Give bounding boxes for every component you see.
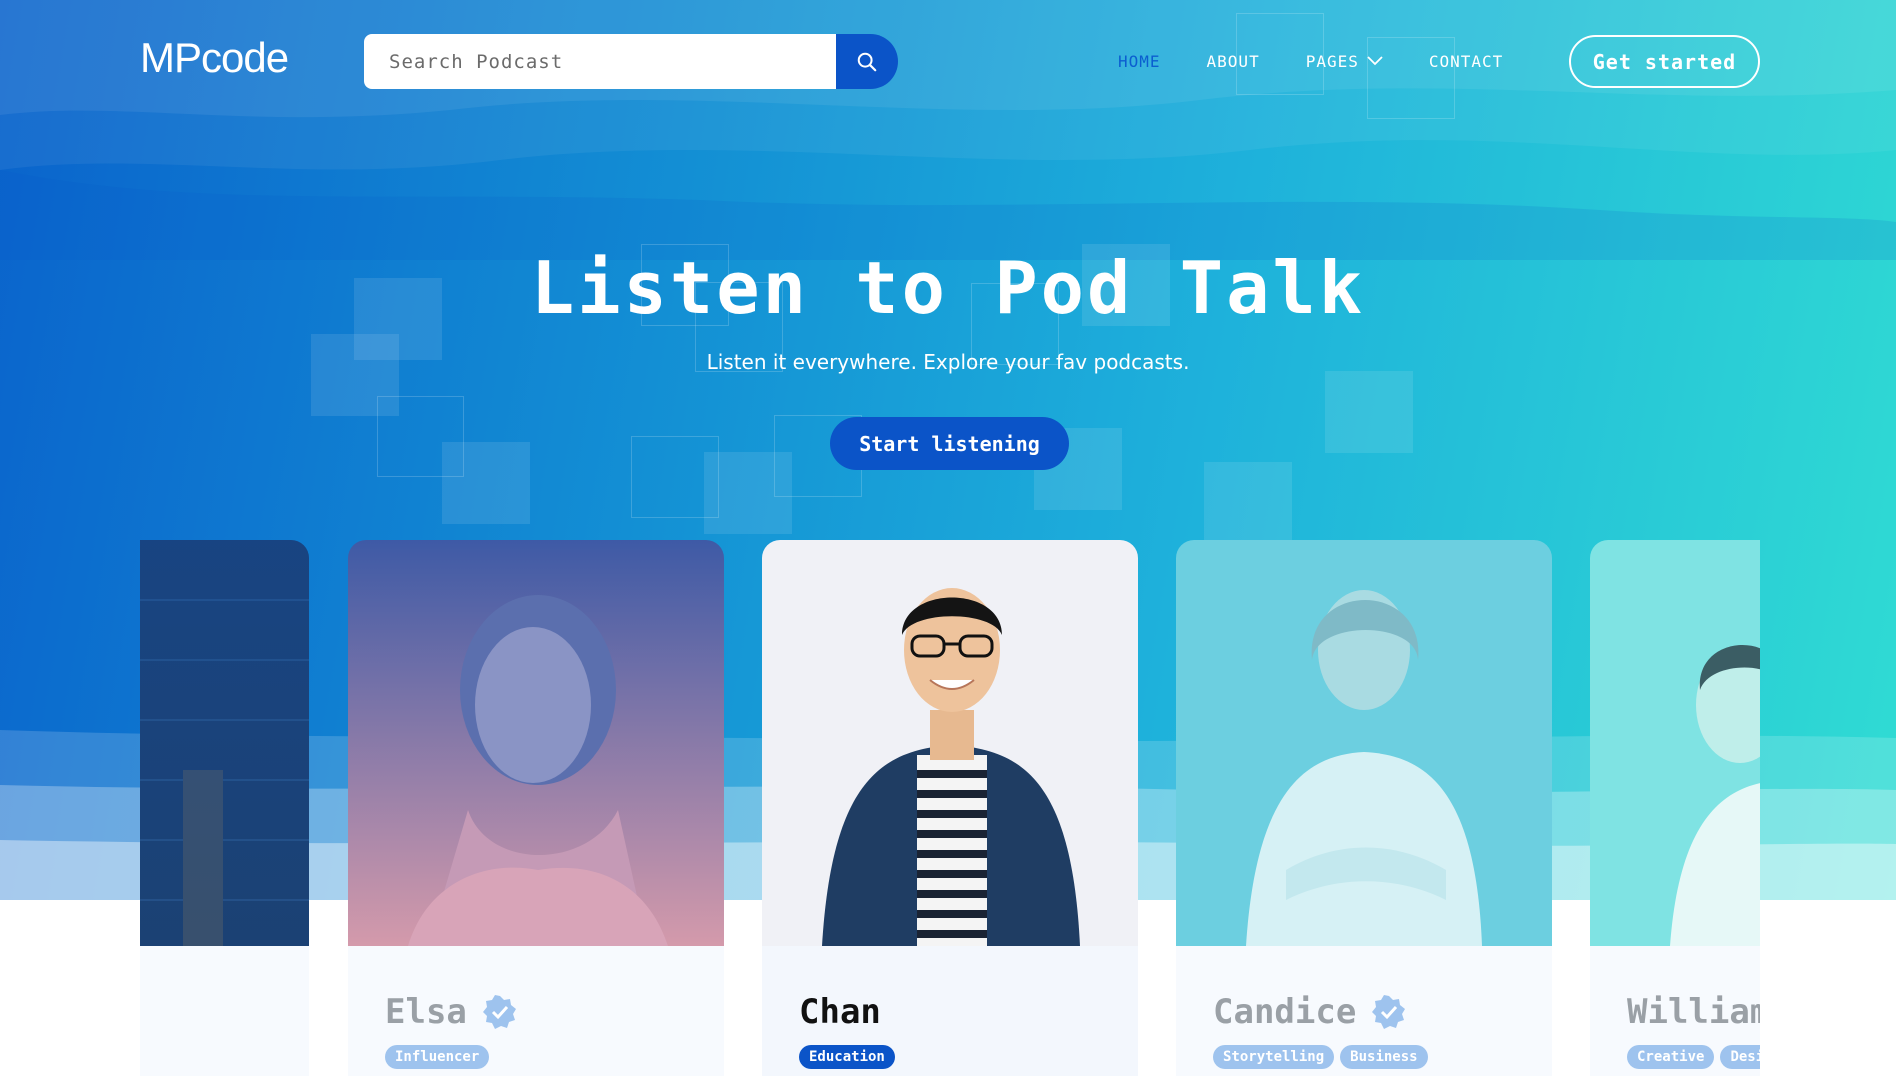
podcaster-photo [348,540,724,946]
podcaster-card[interactable] [140,540,309,1076]
category-tag[interactable]: Design [1720,1045,1760,1069]
podcaster-name: Elsa [385,992,517,1032]
podcaster-card-elsa[interactable]: Elsa Influencer [348,540,724,1076]
category-tag[interactable]: Creative [1627,1045,1715,1069]
hero-subtitle: Listen it everywhere. Explore your fav p… [706,350,1190,374]
podcaster-carousel: Elsa Influencer Chan Education Candice S… [140,540,1760,1076]
podcaster-card-body: Elsa Influencer [348,946,724,1076]
nav-contact[interactable]: CONTACT [1429,52,1503,71]
start-listening-button[interactable]: Start listening [830,417,1069,470]
deco-square [442,442,530,524]
podcaster-name: Chan [799,992,881,1032]
podcaster-tags: Education [799,1045,901,1069]
podcaster-card-body: Chan Education [762,946,1138,1076]
category-tag[interactable]: Business [1340,1045,1428,1069]
podcaster-photo [1590,540,1760,946]
podcaster-card-body [140,946,309,1076]
podcaster-tags: Influencer [385,1045,495,1069]
category-tag[interactable]: Influencer [385,1045,490,1069]
nav-home[interactable]: HOME [1118,52,1161,71]
podcaster-card-william[interactable]: William Creative Design [1590,540,1760,1076]
main-nav: HOME ABOUT PAGES CONTACT [1118,50,1549,72]
podcaster-card-candice[interactable]: Candice Storytelling Business [1176,540,1552,1076]
category-tag[interactable]: Education [799,1045,895,1069]
search-bar [364,34,898,89]
podcaster-photo [762,540,1138,946]
podcaster-tags: Storytelling Business [1213,1045,1434,1069]
nav-pages[interactable]: PAGES [1306,52,1383,71]
get-started-button[interactable]: Get started [1569,35,1760,88]
category-tag[interactable]: Storytelling [1213,1045,1335,1069]
deco-square [1325,371,1413,453]
search-icon [857,52,877,71]
chevron-down-icon [1367,56,1383,66]
podcaster-photo [1176,540,1552,946]
podcaster-card-body: Candice Storytelling Business [1176,946,1552,1076]
search-input[interactable] [364,34,836,89]
verified-badge-icon [482,995,517,1029]
nav-about[interactable]: ABOUT [1207,52,1260,71]
site-logo[interactable]: MPcode [140,34,289,82]
podcaster-card-chan[interactable]: Chan Education [762,540,1138,1076]
podcaster-name: Candice [1213,992,1406,1032]
podcaster-card-body: William Creative Design [1590,946,1760,1076]
hero-title: Listen to Pod Talk [530,246,1366,330]
podcaster-name: William [1627,992,1760,1032]
podcaster-photo [140,540,309,946]
podcaster-tags: Creative Design [1627,1045,1760,1069]
verified-badge-icon [1372,995,1406,1029]
search-button[interactable] [836,34,898,89]
deco-square [1204,462,1292,544]
